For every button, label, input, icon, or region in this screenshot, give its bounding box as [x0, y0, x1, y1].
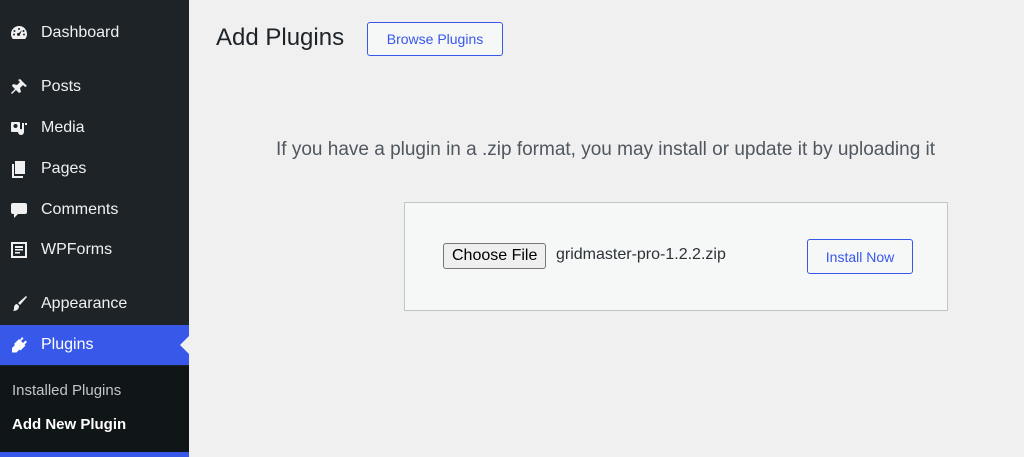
sidebar-item-comments[interactable]: Comments	[0, 190, 189, 230]
sidebar-item-dashboard[interactable]: Dashboard	[0, 13, 189, 53]
sidebar-item-posts[interactable]: Posts	[0, 67, 189, 107]
browse-plugins-button[interactable]: Browse Plugins	[367, 22, 503, 56]
forms-icon	[8, 239, 30, 261]
sidebar-item-wpforms[interactable]: WPForms	[0, 230, 189, 270]
page-title: Add Plugins	[216, 24, 345, 51]
submenu-item-add-new-plugin[interactable]: Add New Plugin	[12, 416, 126, 433]
sidebar-item-label: WPForms	[41, 241, 113, 258]
admin-sidebar: Dashboard Posts Media Pages Comments WPF…	[0, 0, 189, 457]
selected-file-name: gridmaster-pro-1.2.2.zip	[556, 246, 726, 263]
sidebar-item-label: Pages	[41, 160, 87, 177]
upload-plugin-form: Choose File gridmaster-pro-1.2.2.zip Ins…	[404, 202, 948, 311]
sidebar-item-media[interactable]: Media	[0, 108, 189, 148]
plugin-icon	[8, 334, 30, 356]
upload-description: If you have a plugin in a .zip format, y…	[276, 139, 936, 160]
sidebar-item-label: Posts	[41, 78, 82, 95]
active-indicator	[180, 336, 189, 354]
install-now-button[interactable]: Install Now	[807, 239, 913, 274]
dashboard-icon	[8, 22, 30, 44]
media-icon	[8, 117, 30, 139]
sidebar-item-label: Appearance	[41, 295, 128, 312]
sidebar-item-label: Plugins	[41, 336, 94, 353]
sidebar-item-plugins[interactable]: Plugins	[0, 325, 189, 365]
pin-icon	[8, 76, 30, 98]
submenu-item-installed-plugins[interactable]: Installed Plugins	[12, 382, 121, 399]
brush-icon	[8, 293, 30, 315]
pages-icon	[8, 158, 30, 180]
sidebar-item-label: Media	[41, 119, 85, 136]
choose-file-button[interactable]: Choose File	[443, 243, 547, 269]
sidebar-item-label: Dashboard	[41, 24, 120, 41]
sidebar-item-appearance[interactable]: Appearance	[0, 284, 189, 324]
sidebar-next-item-edge	[0, 452, 189, 457]
sidebar-item-label: Comments	[41, 201, 119, 218]
comments-icon	[8, 199, 30, 221]
plugins-submenu: Installed Plugins Add New Plugin	[0, 366, 189, 452]
sidebar-item-pages[interactable]: Pages	[0, 149, 189, 189]
